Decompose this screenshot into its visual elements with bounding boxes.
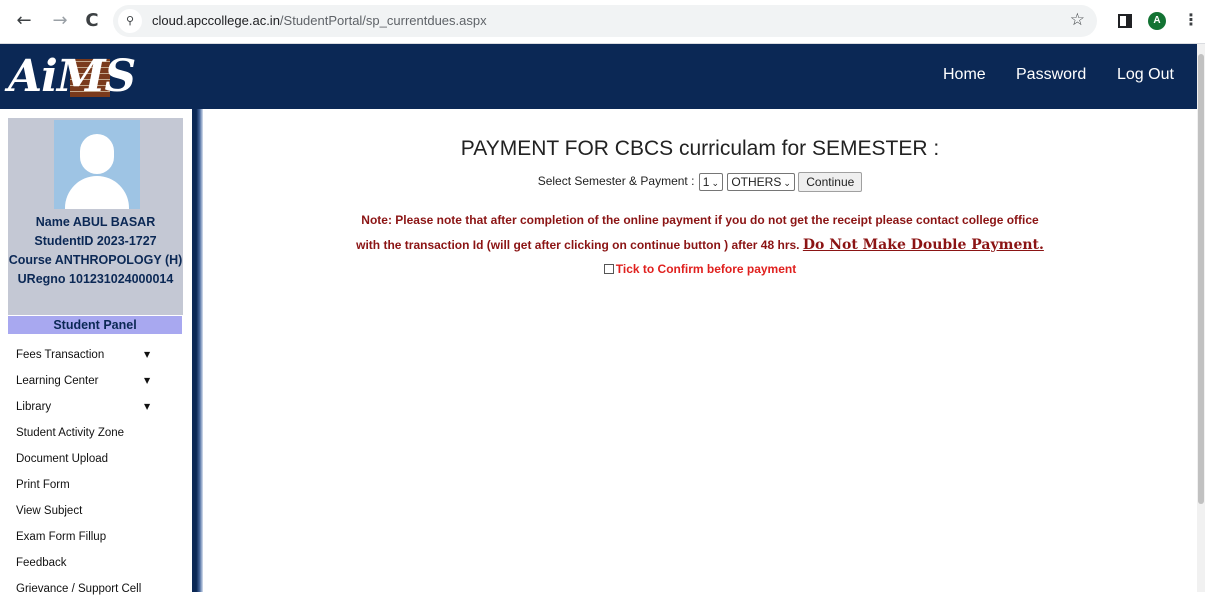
reload-icon[interactable]: C	[80, 9, 104, 33]
sidebar-menu: Fees Transaction ▼ Learning Center ▼ Libra…	[16, 342, 166, 602]
dropdown-caret-icon[interactable]: ▼	[144, 368, 150, 394]
dropdown-caret-icon[interactable]: ▼	[144, 394, 150, 420]
avatar-head-icon	[80, 134, 114, 174]
page-scrollbar[interactable]	[1197, 44, 1205, 592]
payment-type-value: OTHERS	[731, 175, 782, 189]
sidebar-item-grievance[interactable]: Grievance / Support Cell	[16, 576, 166, 602]
avatar-body-icon	[65, 176, 129, 209]
confirm-label[interactable]: Tick to Confirm before payment	[616, 262, 796, 276]
sidebar-item-learning-center[interactable]: Learning Center ▼	[16, 368, 166, 394]
url-text[interactable]: cloud.apccollege.ac.in/StudentPortal/sp_…	[152, 13, 487, 28]
sidebar-item-print-form[interactable]: Print Form	[16, 472, 166, 498]
nav-password-link[interactable]: Password	[1016, 66, 1086, 84]
select-label: Select Semester & Payment :	[537, 174, 695, 189]
profile-avatar[interactable]: A	[1148, 12, 1166, 30]
student-info: Name ABUL BASAR StudentID 2023-1727 Cour…	[8, 213, 183, 289]
scrollbar-thumb[interactable]	[1198, 54, 1204, 504]
student-panel-title: Student Panel	[8, 316, 182, 334]
sidebar-item-document-upload[interactable]: Document Upload	[16, 446, 166, 472]
site-info-icon[interactable]: ⚲	[118, 9, 142, 33]
student-id: StudentID 2023-1727	[34, 234, 157, 248]
sidebar-item-student-activity-zone[interactable]: Student Activity Zone	[16, 420, 166, 446]
sidebar-item-label: Library	[16, 401, 52, 413]
url-path: /StudentPortal/sp_currentdues.aspx	[279, 13, 487, 28]
chevron-down-icon: ⌄	[783, 179, 791, 189]
sidebar-item-view-subject[interactable]: View Subject	[16, 498, 166, 524]
browser-toolbar: ← → C ⚲ cloud.apccollege.ac.in/StudentPo…	[0, 0, 1205, 44]
avatar	[54, 120, 140, 209]
semester-payment-selector: Select Semester & Payment : 1 ⌄ OTHERS ⌄ C…	[220, 172, 1180, 192]
side-panel-icon[interactable]	[1118, 14, 1132, 28]
student-profile-card: Name ABUL BASAR StudentID 2023-1727 Cour…	[8, 118, 183, 315]
site-header: AiMS Home Password Log Out	[0, 44, 1197, 109]
double-payment-warning: Do Not Make Double Payment.	[802, 237, 1044, 253]
confirm-checkbox[interactable]	[603, 264, 614, 274]
semester-select[interactable]: 1 ⌄	[698, 173, 723, 191]
sidebar-item-library[interactable]: Library ▼	[16, 394, 166, 420]
forward-icon[interactable]: →	[48, 9, 72, 33]
note-line-2-text: with the transaction Id (will get after …	[356, 238, 800, 252]
logo-text: AiMS	[8, 51, 136, 102]
nav-home-link[interactable]: Home	[943, 66, 986, 84]
aims-logo: AiMS	[8, 52, 140, 102]
sidebar-item-feedback[interactable]: Feedback	[16, 550, 166, 576]
page-title: PAYMENT FOR CBCS curriculam for SEMESTER…	[460, 137, 940, 160]
sidebar-item-label: Fees Transaction	[16, 349, 105, 361]
sidebar-item-exam-form-fillup[interactable]: Exam Form Fillup	[16, 524, 166, 550]
student-uregno: URegno 101231024000014	[17, 272, 174, 286]
sidebar: Name ABUL BASAR StudentID 2023-1727 Cour…	[0, 109, 192, 595]
browser-menu-icon[interactable]: ⋮	[1183, 10, 1199, 29]
chevron-down-icon: ⌄	[711, 179, 719, 189]
confirm-row: Tick to Confirm before payment	[220, 262, 1180, 276]
nav-logout-link[interactable]: Log Out	[1117, 66, 1174, 84]
note-line-1: Note: Please note that after completion …	[361, 213, 1039, 227]
semester-value: 1	[702, 175, 710, 189]
url-host: cloud.apccollege.ac.in	[152, 13, 280, 28]
bookmark-star-icon[interactable]: ☆	[1070, 10, 1085, 30]
back-icon[interactable]: ←	[12, 9, 36, 33]
sidebar-item-label: Learning Center	[16, 375, 99, 387]
sidebar-divider	[192, 109, 203, 592]
continue-button[interactable]: Continue	[798, 172, 863, 192]
sidebar-item-fees-transaction[interactable]: Fees Transaction ▼	[16, 342, 166, 368]
address-bar[interactable]: ⚲ cloud.apccollege.ac.in/StudentPortal/s…	[113, 5, 1097, 37]
student-name: Name ABUL BASAR	[35, 215, 156, 229]
student-course: Course ANTHROPOLOGY (H)	[8, 253, 183, 267]
note-line-2: with the transaction Id (will get after …	[220, 233, 1180, 258]
dropdown-caret-icon[interactable]: ▼	[144, 342, 150, 368]
payment-type-select[interactable]: OTHERS ⌄	[727, 173, 795, 191]
payment-note: Note: Please note that after completion …	[220, 208, 1180, 258]
